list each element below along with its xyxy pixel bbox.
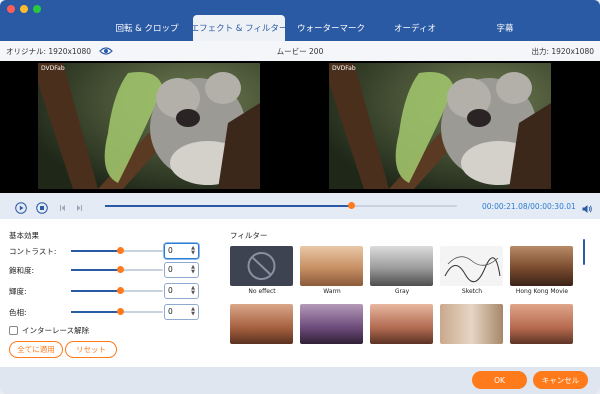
minimize-window-button[interactable]: [20, 5, 28, 13]
spinner-arrows-icon[interactable]: ▲ ▼: [190, 307, 196, 317]
filter-thumb[interactable]: [230, 304, 293, 344]
slider-handle[interactable]: [117, 266, 125, 273]
next-frame-icon[interactable]: [73, 199, 85, 211]
hue-value: 0: [168, 307, 173, 316]
filter-thumb[interactable]: [370, 304, 433, 344]
player-controls: 00:00:21.08/00:00:30.01: [0, 193, 600, 219]
info-bar: オリジナル: 1920x1080 ムービー 200 出力: 1920x1080: [0, 41, 600, 61]
slider-handle[interactable]: [117, 287, 125, 294]
filter-thumb-hong-kong-movie[interactable]: [510, 246, 573, 286]
saturation-slider[interactable]: [71, 266, 163, 273]
slider-handle[interactable]: [117, 247, 125, 254]
filters-scrollbar[interactable]: [583, 239, 585, 265]
tab-watermark[interactable]: ウォーターマーク: [291, 15, 371, 41]
spinner-arrows-icon[interactable]: ▲ ▼: [190, 286, 196, 296]
settings-panel: 基本効果 コントラスト: 0 ▲ ▼ 飽和度: 0 ▲ ▼ 輝度: 0 ▲ ▼ 色相: 0 ▲…: [0, 219, 600, 367]
filter-thumb[interactable]: [440, 304, 503, 344]
filter-label: No effect: [248, 288, 276, 295]
tab-bar: 回転 & クロップ エフェクト & フィルター ウォーターマーク オーディオ 字…: [0, 0, 600, 41]
hue-label: 色相:: [9, 308, 27, 317]
koala-image: [38, 63, 260, 189]
filters-title: フィルター: [230, 231, 268, 240]
brightness-slider[interactable]: [71, 287, 163, 294]
volume-icon[interactable]: [581, 200, 593, 213]
filter-thumb-sketch[interactable]: [440, 246, 503, 286]
deinterlace-checkbox[interactable]: [9, 326, 18, 335]
basic-effects-title: 基本効果: [9, 231, 39, 240]
contrast-slider[interactable]: [71, 247, 163, 254]
deinterlace-option[interactable]: インターレース解除: [9, 325, 89, 336]
spinner-arrows-icon[interactable]: ▲ ▼: [190, 246, 196, 256]
contrast-row: コントラスト: 0 ▲ ▼: [9, 243, 209, 259]
play-icon[interactable]: [15, 199, 27, 214]
contrast-input[interactable]: 0 ▲ ▼: [164, 243, 199, 259]
effect-filter-window: 回転 & クロップ エフェクト & フィルター ウォーターマーク オーディオ 字…: [0, 0, 600, 394]
saturation-input[interactable]: 0 ▲ ▼: [164, 262, 199, 278]
original-preview: DVDFab: [38, 63, 260, 189]
cancel-button[interactable]: キャンセル: [533, 371, 588, 389]
brightness-label: 輝度:: [9, 287, 27, 296]
seek-handle[interactable]: [347, 202, 355, 209]
output-resolution: 出力: 1920x1080: [531, 47, 594, 56]
hue-row: 色相: 0 ▲ ▼: [9, 304, 209, 320]
apply-all-button[interactable]: 全てに適用: [9, 341, 63, 358]
brightness-row: 輝度: 0 ▲ ▼: [9, 283, 209, 299]
output-preview: DVDFab: [329, 63, 551, 189]
slider-handle[interactable]: [117, 308, 125, 315]
filter-thumb[interactable]: [300, 304, 363, 344]
tab-audio[interactable]: オーディオ: [371, 15, 459, 41]
current-time: 00:00:21.08: [482, 202, 528, 211]
movie-title: ムービー 200: [276, 47, 324, 56]
filter-thumb-no-effect[interactable]: [230, 246, 293, 286]
slider-fill: [71, 269, 121, 271]
filter-label: Sketch: [461, 288, 483, 295]
filter-thumb-warm[interactable]: [300, 246, 363, 286]
tab-subtitle[interactable]: 字幕: [459, 15, 551, 41]
contrast-value: 0: [168, 246, 173, 255]
stop-icon[interactable]: [36, 199, 48, 214]
zoom-window-button[interactable]: [33, 5, 41, 13]
seek-progress: [105, 205, 352, 207]
reset-button[interactable]: リセット: [65, 341, 117, 358]
filter-thumb-gray[interactable]: [370, 246, 433, 286]
contrast-label: コントラスト:: [9, 247, 57, 256]
close-window-button[interactable]: [7, 5, 15, 13]
koala-image-filtered: [329, 63, 551, 189]
slider-fill: [71, 290, 121, 292]
spinner-arrows-icon[interactable]: ▲ ▼: [190, 265, 196, 275]
saturation-row: 飽和度: 0 ▲ ▼: [9, 262, 209, 278]
slider-fill: [71, 250, 121, 252]
footer: OK キャンセル: [0, 367, 600, 394]
total-time: /00:00:30.01: [527, 202, 576, 211]
previous-frame-icon[interactable]: [57, 199, 69, 211]
window-controls: [7, 5, 41, 13]
saturation-label: 飽和度:: [9, 266, 35, 275]
saturation-value: 0: [168, 265, 173, 274]
watermark-logo: DVDFab: [332, 65, 356, 72]
slider-fill: [71, 311, 121, 313]
brightness-value: 0: [168, 286, 173, 295]
tab-rotate-crop[interactable]: 回転 & クロップ: [107, 15, 187, 41]
filter-thumb[interactable]: [510, 304, 573, 344]
ok-button[interactable]: OK: [472, 371, 527, 389]
time-display: 00:00:21.08/00:00:30.01: [482, 202, 576, 211]
filter-label: Warm: [323, 288, 341, 295]
watermark-logo: DVDFab: [41, 65, 65, 72]
seek-bar[interactable]: [105, 202, 457, 209]
deinterlace-label: インターレース解除: [22, 326, 90, 335]
hue-input[interactable]: 0 ▲ ▼: [164, 304, 199, 320]
preview-area: DVDFab DVDFab: [0, 61, 600, 193]
brightness-input[interactable]: 0 ▲ ▼: [164, 283, 199, 299]
tab-effect-filter[interactable]: エフェクト & フィルター: [191, 15, 287, 41]
hue-slider[interactable]: [71, 308, 163, 315]
filter-label: Hong Kong Movie: [515, 288, 569, 295]
filter-label: Gray: [394, 288, 410, 295]
